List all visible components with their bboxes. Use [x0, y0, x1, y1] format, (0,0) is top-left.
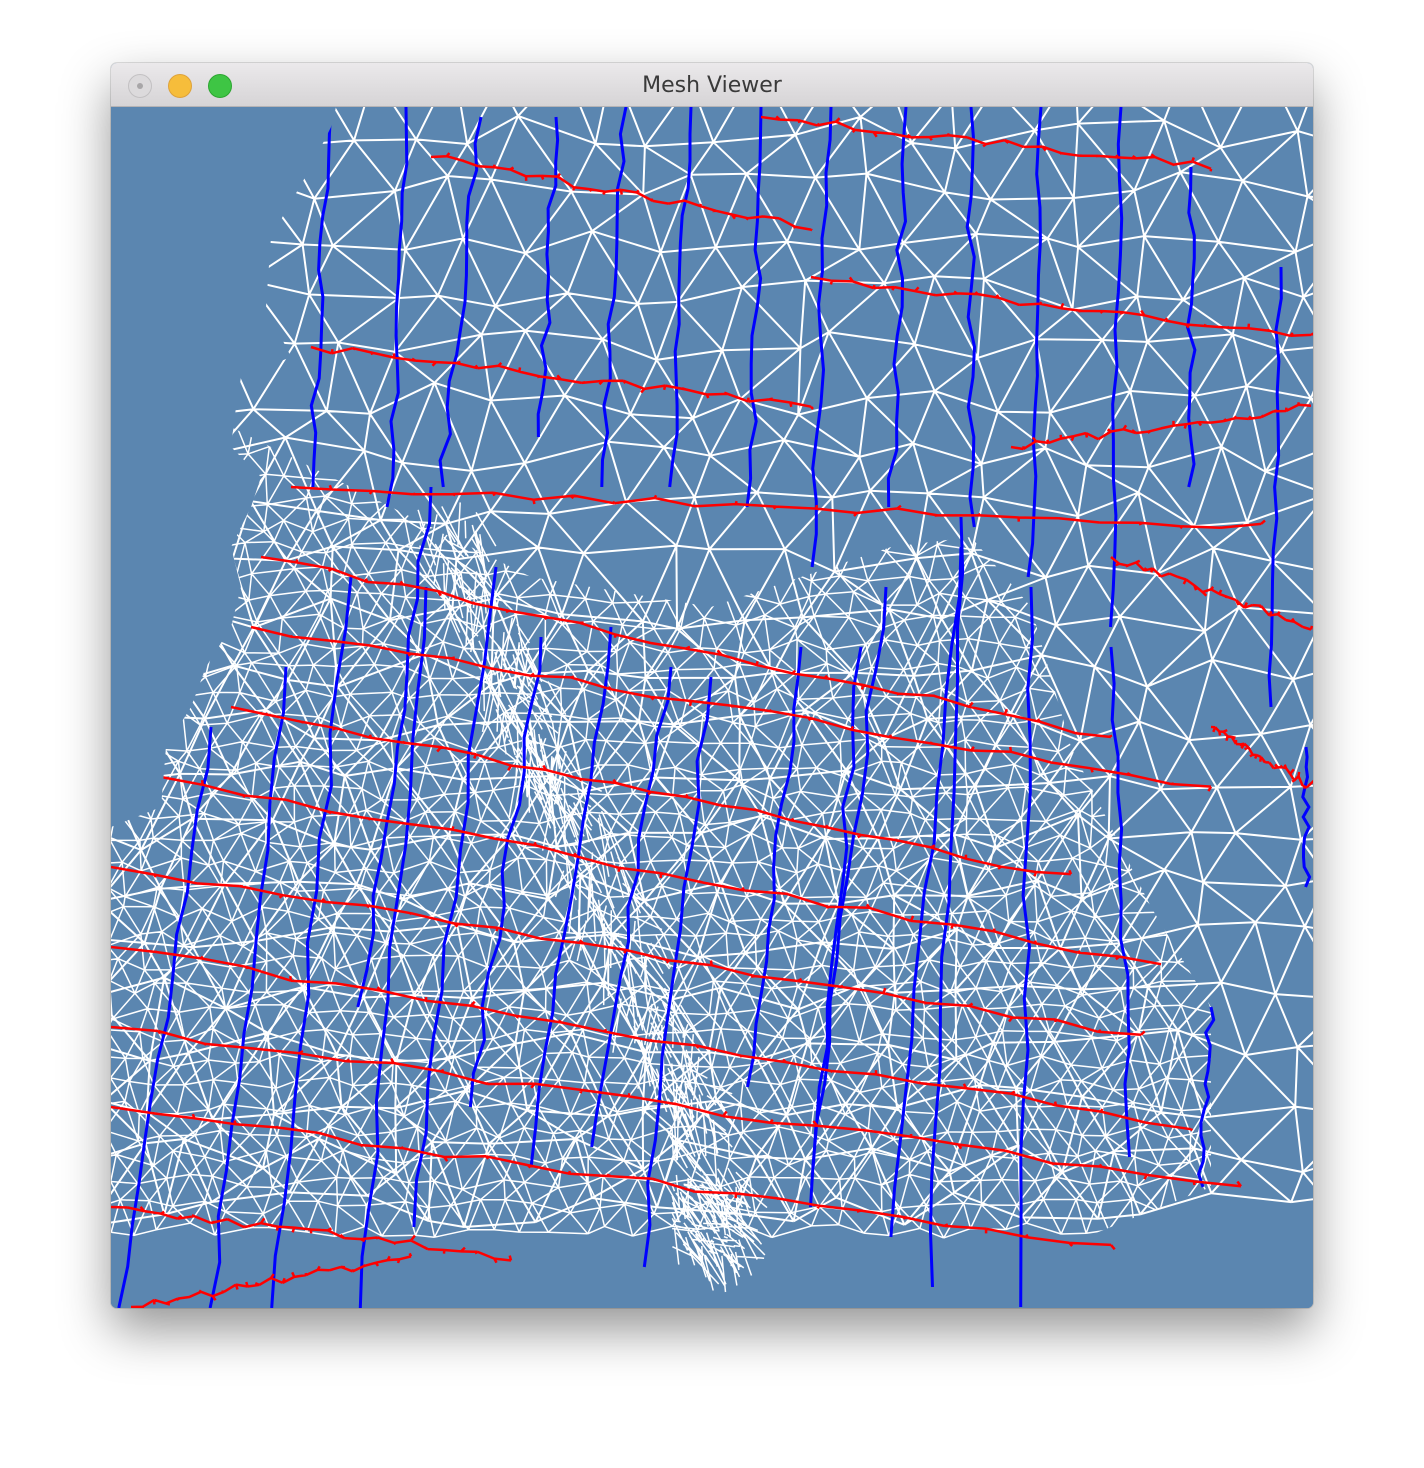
title-bar[interactable]: Mesh Viewer	[111, 63, 1313, 107]
mesh-viewer-window: Mesh Viewer	[111, 63, 1313, 1308]
window-title: Mesh Viewer	[642, 73, 782, 98]
mesh-wireframe[interactable]	[111, 107, 1313, 1308]
mesh-viewport[interactable]	[111, 107, 1313, 1308]
